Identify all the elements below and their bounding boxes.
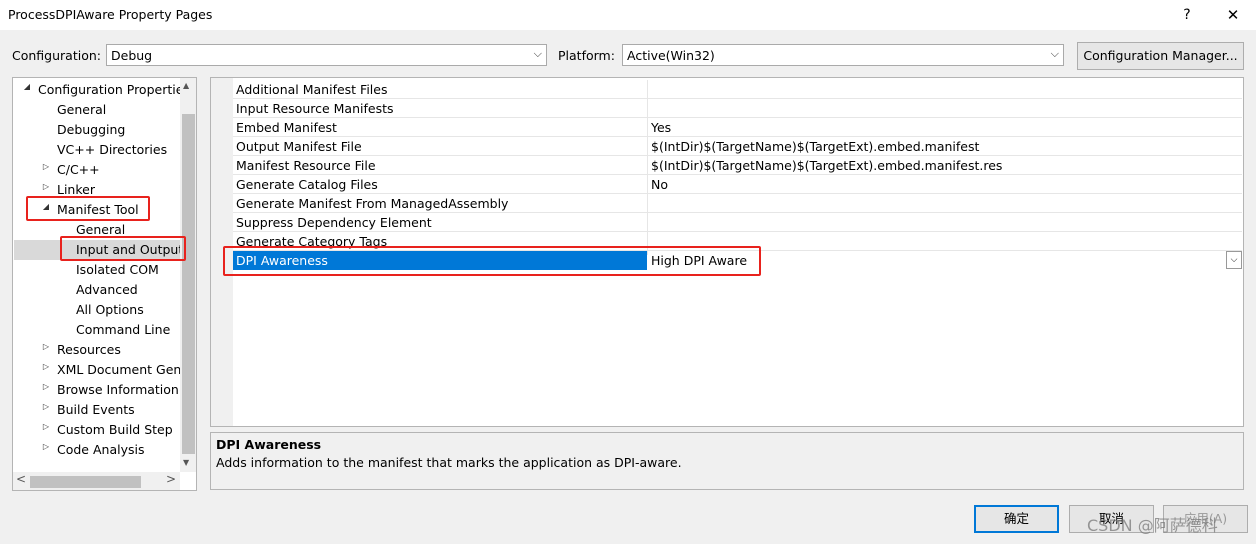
description-text: Adds information to the manifest that ma… xyxy=(216,455,682,470)
close-icon[interactable]: ✕ xyxy=(1218,4,1248,26)
expand-icon[interactable]: ▷ xyxy=(40,402,52,411)
property-value: Yes xyxy=(651,120,672,135)
configuration-label: Configuration: xyxy=(12,48,101,63)
property-value: $(IntDir)$(TargetName)$(TargetExt).embed… xyxy=(651,139,980,154)
tree-vertical-scroll-thumb[interactable] xyxy=(182,114,195,454)
tree-item-code-analysis[interactable]: Code Analysis xyxy=(57,440,144,460)
property-name: Manifest Resource File xyxy=(236,158,376,173)
expand-icon[interactable]: ▷ xyxy=(40,342,52,351)
tree-item-command-line[interactable]: Command Line xyxy=(76,320,170,340)
property-name: Input Resource Manifests xyxy=(236,101,394,116)
configuration-value: Debug xyxy=(111,48,153,63)
highlight-box-input-and-output xyxy=(60,236,186,261)
tree-item-general[interactable]: General xyxy=(57,100,106,120)
scroll-right-icon[interactable]: > xyxy=(166,472,176,486)
property-row[interactable]: Additional Manifest Files xyxy=(233,80,1242,99)
tree-item-resources[interactable]: Resources xyxy=(57,340,121,360)
scroll-down-icon[interactable]: ▼ xyxy=(183,458,189,467)
tree-item-advanced[interactable]: Advanced xyxy=(76,280,138,300)
property-value: $(IntDir)$(TargetName)$(TargetExt).embed… xyxy=(651,158,1003,173)
chevron-down-icon: ⌵ xyxy=(533,47,542,60)
expand-icon[interactable]: ▷ xyxy=(40,442,52,451)
help-button[interactable]: ? xyxy=(1172,4,1202,26)
property-name: Generate Manifest From ManagedAssembly xyxy=(236,196,509,211)
ok-button[interactable]: 确定 xyxy=(974,505,1059,533)
property-row[interactable]: Input Resource Manifests xyxy=(233,99,1242,118)
property-name: Generate Catalog Files xyxy=(236,177,378,192)
highlight-box-dpi-awareness xyxy=(223,246,761,276)
tree-item-isolated-com[interactable]: Isolated COM xyxy=(76,260,159,280)
dpi-awareness-dropdown-button[interactable]: ⌵ xyxy=(1226,251,1242,269)
tree-item-build-events[interactable]: Build Events xyxy=(57,400,135,420)
collapse-icon[interactable]: ◢ xyxy=(21,82,33,91)
platform-label: Platform: xyxy=(558,48,615,63)
tree-item-vc-directories[interactable]: VC++ Directories xyxy=(57,140,167,160)
property-row[interactable]: Manifest Resource File $(IntDir)$(Target… xyxy=(233,156,1242,175)
expand-icon[interactable]: ▷ xyxy=(40,422,52,431)
property-tree[interactable]: ◢ Configuration Properties General Debug… xyxy=(12,77,197,491)
property-row[interactable]: Generate Manifest From ManagedAssembly xyxy=(233,194,1242,213)
chevron-down-icon: ⌵ xyxy=(1230,255,1238,265)
property-row[interactable]: Generate Catalog Files No xyxy=(233,175,1242,194)
tree-item-debugging[interactable]: Debugging xyxy=(57,120,125,140)
expand-icon[interactable]: ▷ xyxy=(40,382,52,391)
tree-item-all-options[interactable]: All Options xyxy=(76,300,144,320)
tree-horizontal-scroll-thumb[interactable] xyxy=(30,476,141,488)
tree-item-cpp[interactable]: C/C++ xyxy=(57,160,100,180)
property-name: Additional Manifest Files xyxy=(236,82,388,97)
property-name: Suppress Dependency Element xyxy=(236,215,432,230)
scroll-up-icon[interactable]: ▲ xyxy=(183,81,189,90)
highlight-box-manifest-tool xyxy=(26,196,150,221)
property-name: Output Manifest File xyxy=(236,139,362,154)
configuration-manager-button[interactable]: Configuration Manager... xyxy=(1077,42,1244,70)
expand-icon[interactable]: ▷ xyxy=(40,182,52,191)
chevron-down-icon: ⌵ xyxy=(1050,47,1059,60)
tree-item-xml-document-generator[interactable]: XML Document Generator xyxy=(57,360,196,380)
window-title: ProcessDPIAware Property Pages xyxy=(8,7,213,22)
configuration-dropdown[interactable]: Debug ⌵ xyxy=(106,44,547,66)
expand-icon[interactable]: ▷ xyxy=(40,362,52,371)
property-row[interactable]: Embed Manifest Yes xyxy=(233,118,1242,137)
property-value: No xyxy=(651,177,668,192)
property-row[interactable]: Output Manifest File $(IntDir)$(TargetNa… xyxy=(233,137,1242,156)
watermark: CSDN @阿萨德科 xyxy=(1087,516,1218,535)
property-row[interactable]: Suppress Dependency Element xyxy=(233,213,1242,232)
scroll-left-icon[interactable]: < xyxy=(16,472,26,486)
expand-icon[interactable]: ▷ xyxy=(40,162,52,171)
tree-item-configuration-properties[interactable]: Configuration Properties xyxy=(38,80,190,100)
tree-item-browse-information[interactable]: Browse Information xyxy=(57,380,179,400)
property-name: Embed Manifest xyxy=(236,120,337,135)
description-title: DPI Awareness xyxy=(216,437,322,452)
platform-value: Active(Win32) xyxy=(627,48,715,63)
tree-item-custom-build-step[interactable]: Custom Build Step xyxy=(57,420,173,440)
platform-dropdown[interactable]: Active(Win32) ⌵ xyxy=(622,44,1064,66)
